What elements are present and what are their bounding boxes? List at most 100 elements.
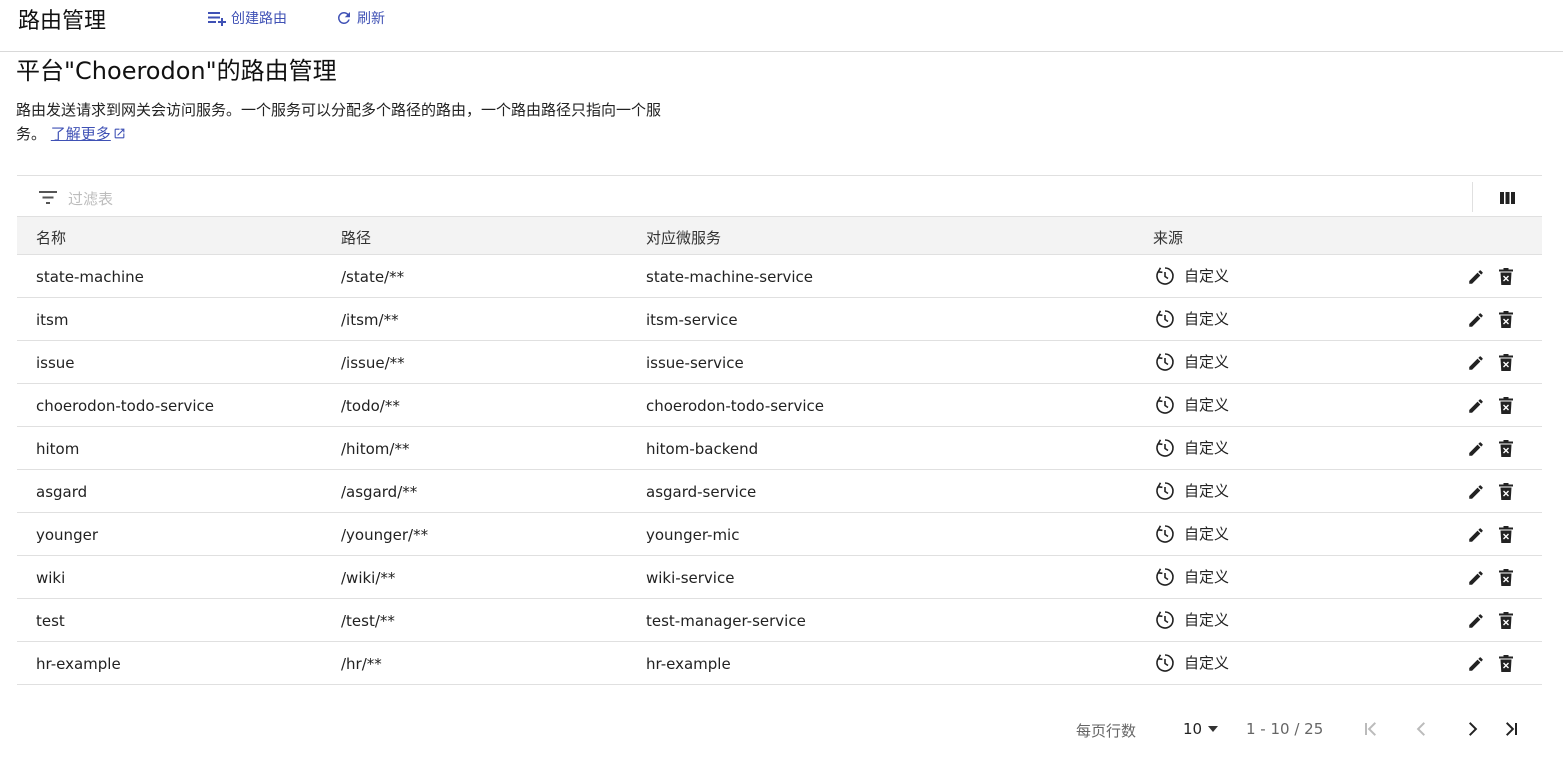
delete-icon[interactable] [1499,526,1513,543]
custom-source-icon [1156,438,1174,457]
route-source: 自定义 [1155,480,1229,501]
page-description: 路由发送请求到网关会访问服务。一个服务可以分配多个路径的路由，一个路由路径只指向… [16,98,666,146]
route-service: hitom-backend [646,440,759,458]
route-service: younger-mic [646,526,740,544]
table-row[interactable]: wiki/wiki/** wiki-service 自定义 [17,556,1542,599]
pagination-range: 1 - 10 / 25 [1246,720,1324,738]
column-header-source[interactable]: 来源 [1153,227,1183,248]
route-source: 自定义 [1155,351,1229,372]
custom-source-icon [1156,610,1174,629]
route-source-label: 自定义 [1184,568,1230,586]
edit-icon[interactable] [1467,354,1485,372]
route-source-label: 自定义 [1184,353,1230,371]
page-title: 平台"Choerodon"的路由管理 [16,57,337,85]
custom-source-icon [1156,352,1174,371]
delete-icon[interactable] [1499,440,1513,457]
edit-icon[interactable] [1467,526,1485,544]
edit-icon[interactable] [1467,268,1485,286]
delete-icon[interactable] [1499,268,1513,285]
route-service: asgard-service [646,483,757,501]
route-source-label: 自定义 [1184,654,1230,672]
delete-icon[interactable] [1499,483,1513,500]
route-source: 自定义 [1155,265,1229,286]
route-service: wiki-service [646,569,735,587]
edit-icon[interactable] [1467,655,1485,673]
table-row[interactable]: asgard/asgard/** asgard-service 自定义 [17,470,1542,513]
edit-icon[interactable] [1467,440,1485,458]
delete-icon[interactable] [1499,354,1513,371]
route-path: /hitom/** [341,440,410,458]
edit-icon[interactable] [1467,483,1485,501]
route-source: 自定义 [1155,437,1229,458]
table-body: state-machine/state/** state-machine-serv… [17,255,1542,685]
route-service: state-machine-service [646,268,814,286]
table-row[interactable]: issue/issue/** issue-service 自定义 [17,341,1542,384]
route-name: state-machine [36,268,144,286]
route-name: asgard [36,483,88,501]
route-service: hr-example [646,655,731,673]
custom-source-icon [1156,395,1174,414]
column-header-path[interactable]: 路径 [341,227,371,248]
route-source-label: 自定义 [1184,310,1230,328]
edit-icon[interactable] [1467,569,1485,587]
route-path: /wiki/** [341,569,396,587]
route-path: /younger/** [341,526,429,544]
custom-source-icon [1156,266,1174,285]
create-route-button[interactable]: 创建路由 [207,8,287,28]
table-row[interactable]: choerodon-todo-service/todo/** choerodon-… [17,384,1542,427]
route-name: hr-example [36,655,121,673]
filter-input[interactable]: 过滤表 [68,188,113,209]
column-header-service[interactable]: 对应微服务 [646,227,721,248]
route-name: issue [36,354,75,372]
delete-icon[interactable] [1499,655,1513,672]
route-source-label: 自定义 [1184,611,1230,629]
route-source: 自定义 [1155,523,1229,544]
refresh-button[interactable]: 刷新 [335,8,385,28]
edit-icon[interactable] [1467,311,1485,329]
last-page-icon[interactable] [1503,721,1519,737]
next-page-icon[interactable] [1464,721,1480,737]
edit-icon[interactable] [1467,612,1485,630]
open-in-new-icon [114,128,125,139]
table-row[interactable]: state-machine/state/** state-machine-serv… [17,255,1542,298]
route-source: 自定义 [1155,308,1229,329]
learn-more-label: 了解更多 [50,125,111,143]
route-service: itsm-service [646,311,738,329]
first-page-icon[interactable] [1363,721,1379,737]
custom-source-icon [1156,524,1174,543]
route-path: /itsm/** [341,311,399,329]
route-path: /issue/** [341,354,405,372]
column-header-name[interactable]: 名称 [36,227,66,248]
delete-icon[interactable] [1499,569,1513,586]
table-row[interactable]: hr-example/hr/** hr-example 自定义 [17,642,1542,685]
view-columns-icon[interactable] [1500,192,1515,204]
previous-page-icon[interactable] [1414,721,1430,737]
routes-table: 过滤表 名称 路径 对应微服务 来源 state-machine/state/*… [17,175,1542,685]
custom-source-icon [1156,309,1174,328]
table-row[interactable]: itsm/itsm/** itsm-service 自定义 [17,298,1542,341]
table-row[interactable]: hitom/hitom/** hitom-backend 自定义 [17,427,1542,470]
route-source: 自定义 [1155,652,1229,673]
route-name: younger [36,526,98,544]
route-source-label: 自定义 [1184,267,1230,285]
route-name: hitom [36,440,80,458]
table-row[interactable]: younger/younger/** younger-mic 自定义 [17,513,1542,556]
dropdown-arrow-icon [1208,726,1219,732]
edit-icon[interactable] [1467,397,1485,415]
page-header-title: 路由管理 [18,9,107,34]
learn-more-link[interactable]: 了解更多 [51,125,111,143]
route-source-label: 自定义 [1184,396,1230,414]
table-row[interactable]: test/test/** test-manager-service 自定义 [17,599,1542,642]
playlist-add-icon [208,12,226,26]
delete-icon[interactable] [1499,612,1513,629]
rows-per-page-label: 每页行数 [1076,722,1137,740]
route-name: test [36,612,65,630]
route-name: wiki [36,569,66,587]
delete-icon[interactable] [1499,311,1513,328]
delete-icon[interactable] [1499,397,1513,414]
filter-divider [1472,182,1473,212]
route-source-label: 自定义 [1184,482,1230,500]
rows-per-page-select[interactable]: 10 [1183,720,1219,738]
route-service: test-manager-service [646,612,806,630]
refresh-label: 刷新 [357,11,385,27]
